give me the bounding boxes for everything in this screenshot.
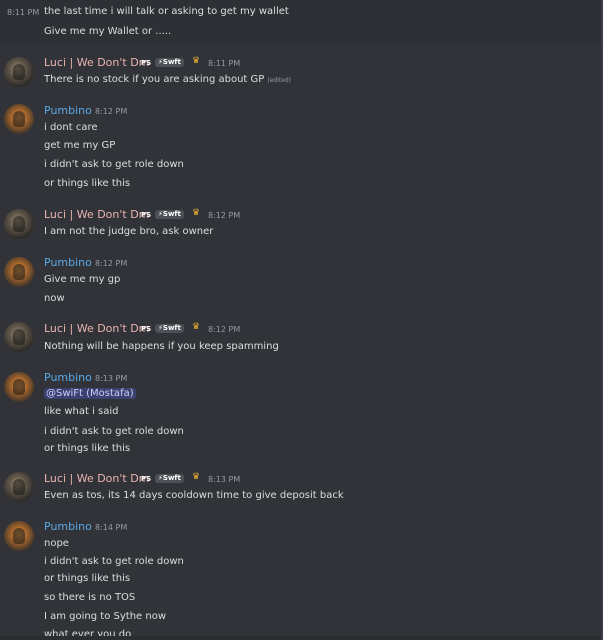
author-name[interactable]: Pumbino [44,104,92,117]
message-line: so there is no TOS [44,592,136,603]
author-name[interactable]: Pumbino [44,520,92,533]
message-timestamp: 8:13 PM [95,374,128,383]
guild-tag-badge[interactable]: ⚡Swft [155,324,184,333]
pronoun-tag: PS [141,59,152,67]
crown-icon: ♛ [192,56,201,66]
message-line: i didn't ask to get role down [44,556,184,567]
message-line: or things like this [44,443,131,454]
author-name[interactable]: Luci | We Don't Dm [44,56,149,69]
author-name[interactable]: Luci | We Don't Dm [44,472,149,485]
user-avatar[interactable] [4,57,34,87]
message-timestamp: 8:12 PM [208,211,241,220]
guild-tag-badge[interactable]: ⚡Swft [155,58,184,67]
author-name[interactable]: Luci | We Don't Dm [44,208,149,221]
message-line: i dont care [44,122,98,133]
user-avatar[interactable] [4,521,34,551]
message-timestamp: 8:12 PM [95,259,128,268]
message-line: nope [44,538,69,549]
author-name[interactable]: Pumbino [44,256,92,269]
message-timestamp: 8:13 PM [208,475,241,484]
chat-message-list: 8:11 PM the last time i will talk or ask… [0,0,603,640]
pronoun-tag: PS [141,475,152,483]
message-line: or things like this [44,178,131,189]
message-text: There is no stock if you are asking abou… [44,74,265,85]
message-line: Give me my Wallet or ..... [44,26,172,37]
message-line: get me my GP [44,140,116,151]
user-avatar[interactable] [4,472,34,502]
message-line: i didn't ask to get role down [44,159,184,170]
crown-icon: ♛ [192,208,201,218]
guild-tag-label: Swft [162,324,181,332]
user-avatar[interactable] [4,372,34,402]
user-avatar[interactable] [4,257,34,287]
message-line: Even as tos, its 14 days cooldown time t… [44,490,344,501]
message-timestamp: 8:12 PM [95,107,128,116]
author-name[interactable]: Luci | We Don't Dm [44,322,149,335]
user-avatar[interactable] [4,104,34,134]
guild-tag-label: Swft [162,58,181,66]
author-name[interactable]: Pumbino [44,371,92,384]
guild-tag-label: Swft [162,210,181,218]
message-line: Nothing will be happens if you keep spam… [44,341,279,352]
message-timestamp: 8:11 PM [208,59,241,68]
message-line: There is no stock if you are asking abou… [44,74,291,85]
message-line: @SwiFt (Mostafa) [44,388,136,399]
user-avatar[interactable] [4,209,34,239]
guild-tag-label: Swft [162,474,181,482]
guild-tag-badge[interactable]: ⚡Swft [155,474,184,483]
user-mention[interactable]: @SwiFt (Mostafa) [44,388,136,399]
user-avatar[interactable] [4,322,34,352]
edited-marker: (edited) [267,77,292,84]
message-line: like what i said [44,406,119,417]
message-line: Give me my gp [44,274,121,285]
message-line: I am going to Sythe now [44,611,166,622]
crown-icon: ♛ [192,322,201,332]
crown-icon: ♛ [192,472,201,482]
pronoun-tag: PS [141,325,152,333]
pronoun-tag: PS [141,211,152,219]
message-timestamp: 8:12 PM [208,325,241,334]
message-line: now [44,293,65,304]
guild-tag-badge[interactable]: ⚡Swft [155,210,184,219]
message-line: i didn't ask to get role down [44,426,184,437]
message-timestamp: 8:11 PM [7,8,40,17]
message-timestamp: 8:14 PM [95,523,128,532]
message-line: I am not the judge bro, ask owner [44,226,214,237]
message-line: the last time i will talk or asking to g… [44,6,289,17]
message-line: or things like this [44,573,131,584]
bottom-fade [0,636,603,640]
